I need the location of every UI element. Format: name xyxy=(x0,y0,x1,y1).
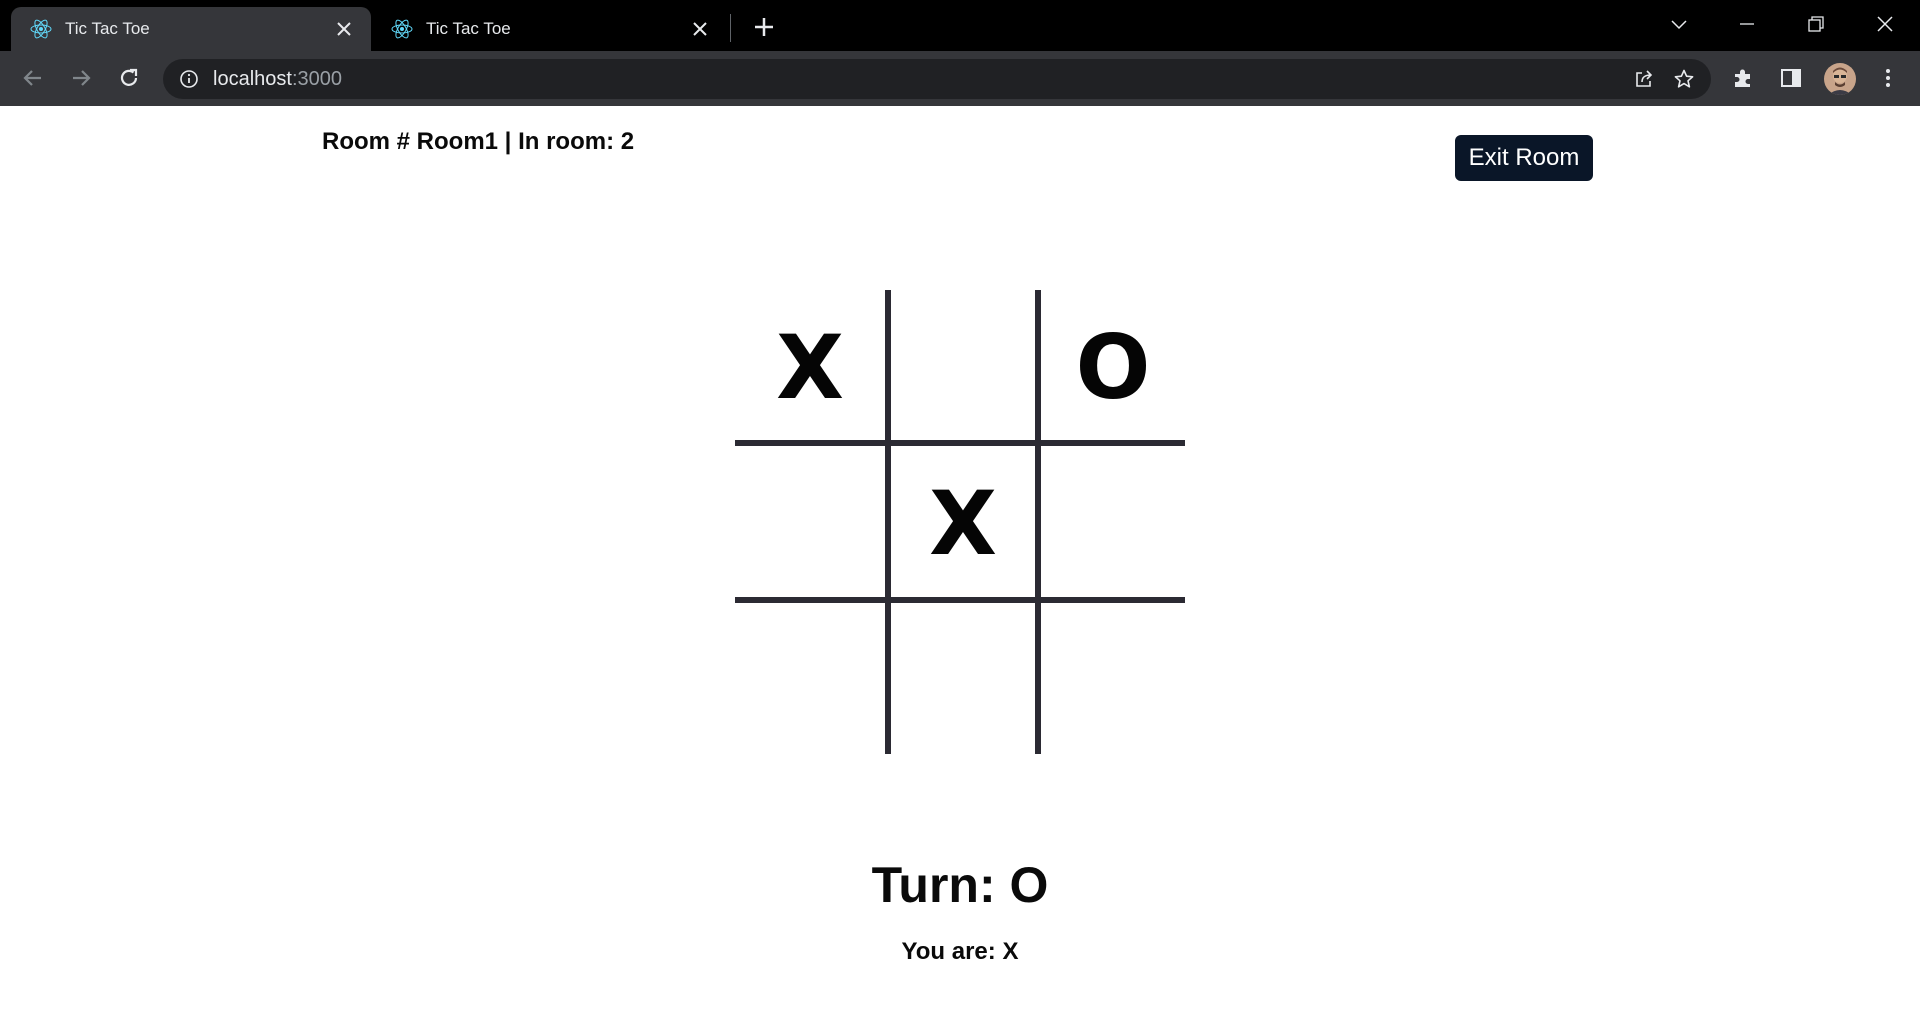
board-cell-4[interactable]: X xyxy=(888,446,1038,600)
tic-tac-toe-board: X O X xyxy=(735,290,1185,754)
board-cell-2[interactable]: O xyxy=(1038,290,1188,444)
back-icon[interactable] xyxy=(20,65,46,91)
share-icon[interactable] xyxy=(1633,68,1655,90)
exit-room-button[interactable]: Exit Room xyxy=(1455,135,1593,181)
board-cell-3[interactable] xyxy=(735,446,885,600)
restore-icon[interactable] xyxy=(1802,10,1830,38)
board-cell-6[interactable] xyxy=(735,603,885,757)
reload-icon[interactable] xyxy=(116,65,142,91)
url-text[interactable]: localhost:3000 xyxy=(213,59,342,99)
tab-search-chevron-icon[interactable] xyxy=(1665,10,1693,38)
room-info: Room # Room1 | In room: 2 xyxy=(322,128,635,155)
url-port: :3000 xyxy=(291,68,342,90)
board-cell-1[interactable] xyxy=(888,290,1038,444)
player-symbol: You are: X xyxy=(901,938,1019,965)
puzzle-icon[interactable] xyxy=(1730,65,1756,91)
browser-toolbar: localhost:3000 xyxy=(0,51,1920,106)
url-host: localhost xyxy=(213,68,292,90)
board-cell-0[interactable]: X xyxy=(735,290,885,444)
close-tab-icon[interactable] xyxy=(691,20,709,38)
browser-tab[interactable]: Tic Tac Toe xyxy=(372,7,727,51)
star-icon[interactable] xyxy=(1673,68,1695,90)
board-cell-7[interactable] xyxy=(888,603,1038,757)
avatar-image xyxy=(1824,63,1856,95)
minimize-icon[interactable] xyxy=(1733,10,1761,38)
new-tab-icon[interactable] xyxy=(750,13,778,41)
address-bar[interactable]: localhost:3000 xyxy=(163,59,1711,99)
profile-avatar[interactable] xyxy=(1824,63,1856,95)
tab-separator xyxy=(730,14,731,42)
forward-icon[interactable] xyxy=(68,65,94,91)
close-tab-icon[interactable] xyxy=(335,20,353,38)
react-icon xyxy=(391,19,413,39)
react-icon xyxy=(30,19,52,39)
side-panel-icon[interactable] xyxy=(1778,65,1804,91)
info-icon[interactable] xyxy=(179,69,199,89)
kebab-menu-icon[interactable] xyxy=(1875,65,1901,91)
browser-tab-active[interactable]: Tic Tac Toe xyxy=(11,7,371,51)
tab-title: Tic Tac Toe xyxy=(65,19,150,38)
tab-title: Tic Tac Toe xyxy=(426,19,511,38)
browser-tab-strip: Tic Tac Toe Tic Tac Toe xyxy=(0,0,1920,51)
board-cell-8[interactable] xyxy=(1038,603,1188,757)
close-window-icon[interactable] xyxy=(1871,10,1899,38)
board-cell-5[interactable] xyxy=(1038,446,1188,600)
turn-indicator: Turn: O xyxy=(871,857,1049,913)
